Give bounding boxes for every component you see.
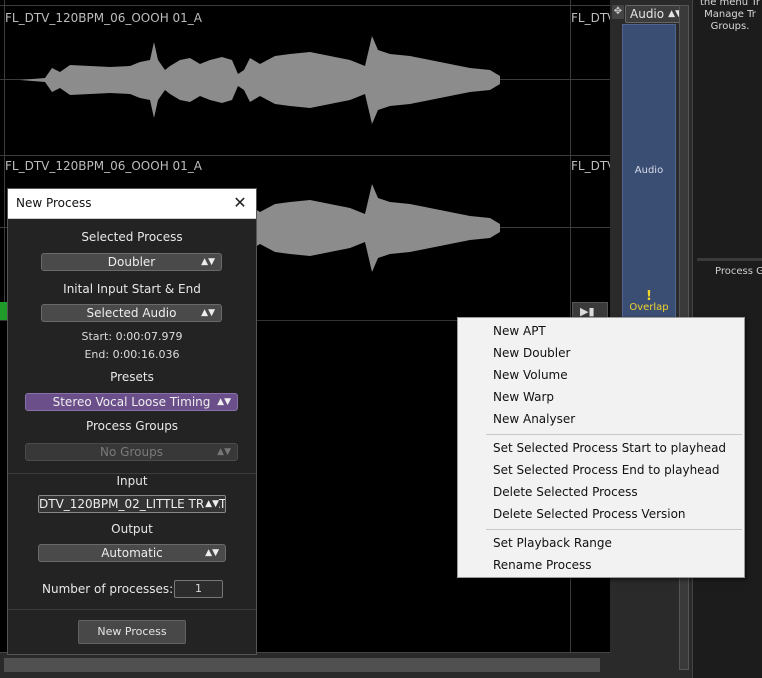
dialog-title: New Process bbox=[16, 196, 92, 210]
dialog-titlebar[interactable]: New Process ✕ bbox=[8, 189, 256, 219]
input-value: DTV_120BPM_02_LITTLE TREAT 01 bbox=[39, 497, 226, 511]
process-groups-panel-label: Process Gr bbox=[715, 266, 762, 277]
selection-marker bbox=[0, 302, 7, 320]
audio-track-lane[interactable]: Audio ! Overlap bbox=[622, 24, 676, 320]
presets-value: Stereo Vocal Loose Timing bbox=[52, 395, 211, 409]
input-label: Input bbox=[116, 474, 148, 488]
warning-icon: ! bbox=[646, 289, 652, 304]
menu-item-new-analyser[interactable]: New Analyser bbox=[459, 408, 743, 430]
chevron-updown-icon: ▲▼ bbox=[205, 548, 219, 558]
menu-item-delete-process[interactable]: Delete Selected Process bbox=[459, 481, 743, 503]
clip-name-top-right: FL_DTV bbox=[571, 11, 616, 25]
menu-item-delete-process-version[interactable]: Delete Selected Process Version bbox=[459, 503, 743, 525]
presets-label: Presets bbox=[110, 370, 154, 384]
number-of-processes-input[interactable]: 1 bbox=[174, 580, 223, 598]
waveform-top[interactable] bbox=[0, 30, 570, 130]
start-time: Start: 0:00:07.979 bbox=[81, 330, 183, 343]
number-of-processes-label: Number of processes: bbox=[42, 582, 174, 596]
menu-item-new-doubler[interactable]: New Doubler bbox=[459, 342, 743, 364]
selected-process-value: Doubler bbox=[107, 255, 156, 269]
chevron-updown-icon: ▲▼ bbox=[217, 397, 231, 407]
process-groups-value: No Groups bbox=[100, 445, 163, 459]
menu-item-set-playback-range[interactable]: Set Playback Range bbox=[459, 532, 743, 554]
menu-item-new-warp[interactable]: New Warp bbox=[459, 386, 743, 408]
input-select[interactable]: DTV_120BPM_02_LITTLE TREAT 01 ▲▼ bbox=[38, 495, 226, 513]
input-range-select[interactable]: Selected Audio ▲▼ bbox=[41, 304, 222, 322]
input-range-label: Inital Input Start & End bbox=[63, 282, 201, 296]
chevron-updown-icon: ▲▼ bbox=[205, 496, 219, 512]
info-panel-divider[interactable] bbox=[697, 258, 762, 261]
process-groups-select: No Groups ▲▼ bbox=[25, 443, 238, 461]
dialog-divider bbox=[8, 609, 256, 610]
end-time: End: 0:00:16.036 bbox=[84, 348, 180, 361]
new-process-dialog: New Process ✕ Selected Process Doubler ▲… bbox=[7, 188, 257, 655]
menu-separator bbox=[486, 529, 742, 530]
track-lane-label: Audio bbox=[634, 165, 664, 176]
new-process-button[interactable]: New Process bbox=[78, 620, 186, 644]
presets-select[interactable]: Stereo Vocal Loose Timing ▲▼ bbox=[25, 393, 238, 411]
input-range-value: Selected Audio bbox=[86, 306, 177, 320]
menu-item-set-end-to-playhead[interactable]: Set Selected Process End to playhead bbox=[459, 459, 743, 481]
output-value: Automatic bbox=[101, 546, 163, 560]
menu-item-rename-process[interactable]: Rename Process bbox=[459, 554, 743, 576]
horizontal-scroll-thumb[interactable] bbox=[4, 658, 600, 672]
horizontal-scrollbar[interactable] bbox=[0, 652, 610, 678]
info-help-text: the menu Tr Manage Tr Groups. bbox=[699, 0, 761, 32]
chevron-updown-icon: ▲▼ bbox=[201, 257, 215, 267]
process-groups-label: Process Groups bbox=[85, 419, 179, 433]
chevron-updown-icon: ▲▼ bbox=[217, 447, 231, 457]
track-divider bbox=[0, 155, 610, 156]
clip-name-top: FL_DTV_120BPM_06_OOOH 01_A bbox=[5, 11, 203, 25]
selected-process-select[interactable]: Doubler ▲▼ bbox=[41, 253, 222, 271]
track-type-value: Audio bbox=[630, 7, 665, 21]
menu-item-new-volume[interactable]: New Volume bbox=[459, 364, 743, 386]
track-type-select[interactable]: Audio ▲▼ bbox=[625, 5, 687, 23]
track-move-icon[interactable]: ✥ bbox=[612, 5, 624, 19]
output-select[interactable]: Automatic ▲▼ bbox=[38, 544, 226, 562]
output-label: Output bbox=[111, 522, 153, 536]
clip-name-bottom-right: FL_DTV bbox=[571, 159, 616, 173]
menu-item-new-apt[interactable]: New APT bbox=[459, 320, 743, 342]
selected-process-label: Selected Process bbox=[81, 230, 183, 244]
overlap-label: Overlap bbox=[629, 302, 669, 313]
context-menu: New APT New Doubler New Volume New Warp … bbox=[457, 317, 745, 578]
menu-item-set-start-to-playhead[interactable]: Set Selected Process Start to playhead bbox=[459, 437, 743, 459]
menu-separator bbox=[486, 434, 742, 435]
clip-name-bottom: FL_DTV_120BPM_06_OOOH 01_A bbox=[5, 159, 203, 173]
close-icon[interactable]: ✕ bbox=[230, 193, 250, 213]
chevron-updown-icon: ▲▼ bbox=[201, 308, 215, 318]
overlap-warning: ! Overlap bbox=[623, 289, 675, 313]
timeline-top-border bbox=[0, 5, 610, 6]
